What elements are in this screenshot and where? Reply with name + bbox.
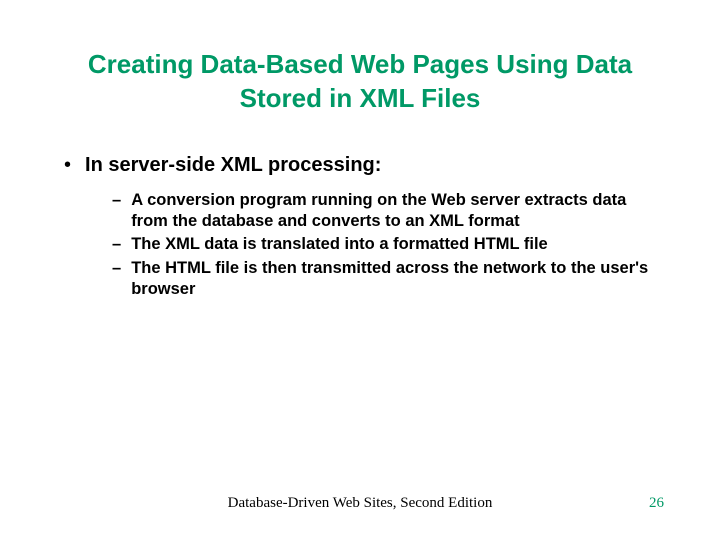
bullet-marker: • bbox=[64, 152, 71, 178]
sub-bullet: – The XML data is translated into a form… bbox=[112, 234, 664, 255]
sub-bullet-text: The XML data is translated into a format… bbox=[131, 234, 548, 255]
sub-bullet: – A conversion program running on the We… bbox=[112, 190, 664, 233]
dash-marker: – bbox=[112, 234, 121, 255]
sub-bullet: – The HTML file is then transmitted acro… bbox=[112, 258, 664, 301]
sub-bullet-text: The HTML file is then transmitted across… bbox=[131, 258, 651, 301]
bullet-level-1: • In server-side XML processing: bbox=[64, 152, 664, 178]
slide-title: Creating Data-Based Web Pages Using Data… bbox=[56, 48, 664, 116]
sub-bullet-text: A conversion program running on the Web … bbox=[131, 190, 651, 233]
dash-marker: – bbox=[112, 258, 121, 279]
page-number: 26 bbox=[649, 495, 664, 512]
dash-marker: – bbox=[112, 190, 121, 211]
bullet-text: In server-side XML processing: bbox=[85, 152, 381, 178]
footer: Database-Driven Web Sites, Second Editio… bbox=[0, 495, 720, 512]
footer-text: Database-Driven Web Sites, Second Editio… bbox=[228, 495, 493, 512]
